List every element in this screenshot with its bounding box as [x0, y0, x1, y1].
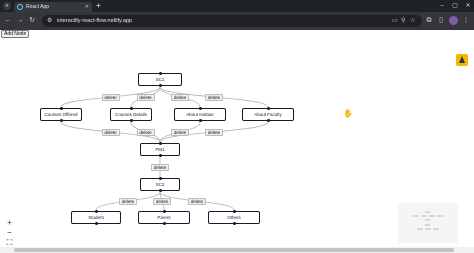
reload-icon[interactable]: ↻ — [27, 16, 37, 26]
delete-edge-button[interactable]: delete — [119, 197, 137, 205]
close-window-icon[interactable]: ✕ — [462, 0, 474, 12]
new-tab-button[interactable]: + — [96, 1, 101, 11]
delete-edge-button[interactable]: delete — [171, 128, 189, 136]
extensions-icon[interactable]: ⧉ — [424, 16, 434, 26]
address-bar[interactable]: ⚙ interactify-react-flow.netlify.app ▭ ⚲… — [42, 15, 422, 27]
node-handle-bottom[interactable] — [158, 84, 162, 87]
node-handle-top[interactable] — [158, 72, 162, 75]
side-panel-icon[interactable]: ▯ — [436, 16, 446, 26]
delete-edge-button[interactable]: delete — [205, 93, 223, 101]
flow-node-sc2[interactable]: SC2 — [140, 177, 180, 192]
react-favicon-icon — [17, 4, 23, 10]
delete-edge-button[interactable]: delete — [171, 93, 189, 101]
zoom-out-button[interactable]: − — [4, 228, 15, 238]
flow-node-sc1[interactable]: SC1 — [138, 72, 182, 87]
flow-node-about-institute[interactable]: About Institue — [174, 107, 226, 122]
delete-edge-button[interactable]: delete — [136, 128, 155, 136]
flow-node-student[interactable]: Student — [71, 210, 121, 225]
tab-title: React App — [26, 4, 50, 10]
tab-close-icon[interactable]: ✕ — [85, 3, 89, 11]
delete-edge-button[interactable]: delete — [153, 197, 171, 205]
page-viewport: Add Node SC1 Courses Offered Courses Detai… — [0, 30, 474, 253]
url-text: interactify-react-flow.netlify.app — [57, 18, 133, 24]
node-handle-top[interactable] — [162, 210, 166, 213]
zoom-icon[interactable]: ⚲ — [401, 17, 405, 25]
delete-edge-button[interactable]: delete — [101, 93, 120, 101]
node-handle-top[interactable] — [129, 107, 133, 110]
delete-edge-button[interactable]: delete — [101, 128, 120, 136]
hand-cursor-icon: ✋ — [343, 109, 353, 118]
bookmark-star-icon[interactable]: ☆ — [410, 17, 415, 25]
minimap-node — [424, 227, 431, 230]
flow-minimap[interactable] — [398, 203, 458, 243]
more-menu-icon[interactable]: ⋮ — [461, 16, 471, 26]
flow-node-fm1[interactable]: FM1 — [140, 142, 180, 157]
minimap-node — [412, 215, 418, 218]
flow-controls: + − ⛶ — [4, 218, 15, 248]
node-handle-top[interactable] — [266, 107, 270, 110]
forward-icon[interactable]: → — [15, 16, 25, 26]
delete-edge-button[interactable]: delete — [188, 197, 206, 205]
flow-node-parent[interactable]: Parent — [138, 210, 190, 225]
browser-toolbar: ← → ↻ ⚙ interactify-react-flow.netlify.a… — [0, 12, 474, 30]
node-handle-top[interactable] — [59, 107, 63, 110]
cast-icon[interactable]: ▭ — [392, 17, 398, 25]
flow-node-courses-details[interactable]: Courses Details — [110, 107, 152, 122]
horizontal-scrollbar[interactable] — [0, 247, 474, 253]
minimap-node — [437, 215, 444, 218]
minimap-node — [421, 215, 427, 218]
browser-title-bar: ▾ React App ✕ + – ▢ ✕ — [0, 0, 474, 12]
back-icon[interactable]: ← — [3, 16, 13, 26]
flow-node-courses-offered[interactable]: Courses Offered — [40, 107, 82, 122]
node-handle-top[interactable] — [94, 210, 98, 213]
scrollbar-thumb[interactable] — [14, 248, 454, 252]
node-handle-bottom[interactable] — [94, 222, 98, 225]
node-handle-bottom[interactable] — [162, 222, 166, 225]
flow-node-about-faculty[interactable]: About Faculty — [242, 107, 294, 122]
delete-edge-button[interactable]: delete — [136, 93, 155, 101]
minimap-node — [424, 211, 430, 213]
delete-edge-button[interactable]: delete — [151, 163, 169, 171]
zoom-in-button[interactable]: + — [4, 218, 15, 228]
site-info-icon[interactable]: ⚙ — [47, 17, 52, 25]
node-handle-bottom[interactable] — [198, 119, 202, 122]
node-handle-top[interactable] — [232, 210, 236, 213]
minimize-icon[interactable]: – — [436, 0, 448, 12]
node-handle-bottom[interactable] — [232, 222, 236, 225]
node-handle-top[interactable] — [158, 177, 162, 180]
minimap-node — [424, 219, 430, 222]
profile-avatar[interactable] — [449, 16, 458, 25]
node-handle-top[interactable] — [198, 107, 202, 110]
minimap-node — [416, 227, 423, 230]
delete-edge-button[interactable]: delete — [205, 128, 223, 136]
node-handle-top[interactable] — [158, 142, 162, 145]
tab-menu-icon[interactable]: ▾ — [3, 2, 11, 10]
minimap-node — [424, 223, 430, 226]
minimap-node — [428, 215, 436, 218]
browser-tab[interactable]: React App ✕ — [14, 2, 92, 12]
flow-node-others[interactable]: Others — [208, 210, 260, 225]
node-handle-bottom[interactable] — [158, 154, 162, 157]
maximize-icon[interactable]: ▢ — [449, 0, 461, 12]
minimap-node — [432, 227, 440, 230]
node-handle-bottom[interactable] — [129, 119, 133, 122]
node-handle-bottom[interactable] — [59, 119, 63, 122]
node-handle-bottom[interactable] — [266, 119, 270, 122]
node-handle-bottom[interactable] — [158, 189, 162, 192]
